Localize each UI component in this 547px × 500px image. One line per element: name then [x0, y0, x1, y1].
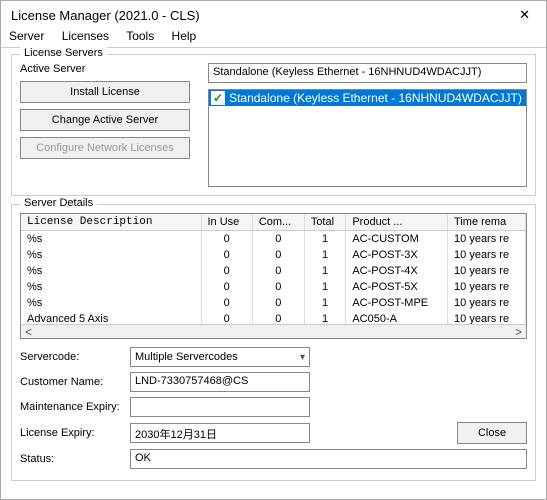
license-servers-group: License Servers Active Server Install Li…: [11, 54, 536, 196]
servercode-label: Servercode:: [20, 351, 120, 363]
group-title: License Servers: [20, 47, 107, 59]
table-row[interactable]: %s001AC-POST-3X10 years re: [21, 247, 526, 263]
cell-total: 1: [304, 231, 346, 248]
cell-time: 10 years re: [448, 247, 526, 263]
cell-total: 1: [304, 263, 346, 279]
table-row[interactable]: %s001AC-POST-MPE10 years re: [21, 295, 526, 311]
maintenance-expiry-field[interactable]: [130, 397, 310, 417]
cell-desc: %s: [21, 247, 201, 263]
cell-inuse: 0: [201, 247, 252, 263]
cell-com: 0: [252, 231, 304, 248]
close-icon[interactable]: ✕: [511, 7, 538, 23]
col-description[interactable]: License Description: [21, 214, 201, 231]
table-row[interactable]: %s001AC-CUSTOM10 years re: [21, 231, 526, 248]
cell-product: AC-POST-4X: [346, 263, 448, 279]
server-list-item-label: Standalone (Keyless Ethernet - 16NHNUD4W…: [229, 91, 522, 105]
cell-desc: %s: [21, 263, 201, 279]
cell-desc: %s: [21, 279, 201, 295]
cell-total: 1: [304, 279, 346, 295]
menu-licenses[interactable]: Licenses: [62, 29, 109, 43]
check-icon: ✓: [211, 91, 225, 105]
col-com[interactable]: Com...: [252, 214, 304, 231]
close-button[interactable]: Close: [457, 422, 527, 444]
cell-inuse: 0: [201, 279, 252, 295]
cell-com: 0: [252, 279, 304, 295]
cell-com: 0: [252, 263, 304, 279]
cell-time: 10 years re: [448, 295, 526, 311]
table-row[interactable]: %s001AC-POST-4X10 years re: [21, 263, 526, 279]
customer-name-label: Customer Name:: [20, 376, 120, 388]
license-expiry-label: License Expiry:: [20, 427, 120, 439]
menu-help[interactable]: Help: [172, 29, 197, 43]
cell-product: AC-POST-MPE: [346, 295, 448, 311]
window-title: License Manager (2021.0 - CLS): [11, 8, 200, 23]
col-inuse[interactable]: In Use: [201, 214, 252, 231]
scroll-right-icon[interactable]: >: [511, 325, 526, 339]
col-total[interactable]: Total: [304, 214, 346, 231]
cell-time: 10 years re: [448, 263, 526, 279]
table-row[interactable]: %s001AC-POST-5X10 years re: [21, 279, 526, 295]
cell-product: AC-POST-5X: [346, 279, 448, 295]
active-server-field[interactable]: Standalone (Keyless Ethernet - 16NHNUD4W…: [208, 63, 527, 83]
scroll-left-icon[interactable]: <: [21, 325, 36, 339]
table-header-row: License Description In Use Com... Total …: [21, 214, 526, 231]
col-product[interactable]: Product ...: [346, 214, 448, 231]
server-list-item[interactable]: ✓ Standalone (Keyless Ethernet - 16NHNUD…: [209, 90, 526, 106]
col-time[interactable]: Time rema: [448, 214, 526, 231]
menu-tools[interactable]: Tools: [126, 29, 154, 43]
cell-time: 10 years re: [448, 231, 526, 248]
cell-inuse: 0: [201, 295, 252, 311]
status-label: Status:: [20, 453, 120, 465]
menu-server[interactable]: Server: [9, 29, 44, 43]
cell-product: AC-POST-3X: [346, 247, 448, 263]
change-active-server-button[interactable]: Change Active Server: [20, 109, 190, 131]
server-details-group: Server Details License Description In Us…: [11, 204, 536, 481]
horizontal-scrollbar[interactable]: < >: [21, 324, 526, 338]
active-server-label: Active Server: [20, 63, 200, 75]
chevron-down-icon: ▾: [300, 352, 305, 363]
cell-com: 0: [252, 295, 304, 311]
servercode-combo[interactable]: Multiple Servercodes ▾: [130, 347, 310, 367]
configure-network-licenses-button: Configure Network Licenses: [20, 137, 190, 159]
cell-inuse: 0: [201, 263, 252, 279]
customer-name-field[interactable]: LND-7330757468@CS: [130, 372, 310, 392]
cell-desc: %s: [21, 231, 201, 248]
maintenance-expiry-label: Maintenance Expiry:: [20, 401, 120, 413]
cell-total: 1: [304, 295, 346, 311]
server-list[interactable]: ✓ Standalone (Keyless Ethernet - 16NHNUD…: [208, 89, 527, 187]
group-title: Server Details: [20, 197, 97, 209]
cell-com: 0: [252, 247, 304, 263]
install-license-button[interactable]: Install License: [20, 81, 190, 103]
cell-desc: %s: [21, 295, 201, 311]
license-table[interactable]: License Description In Use Com... Total …: [20, 213, 527, 339]
servercode-value: Multiple Servercodes: [135, 351, 238, 363]
cell-inuse: 0: [201, 231, 252, 248]
cell-total: 1: [304, 247, 346, 263]
license-expiry-field[interactable]: 2030年12月31日: [130, 423, 310, 443]
cell-product: AC-CUSTOM: [346, 231, 448, 248]
status-field: OK: [130, 449, 527, 469]
cell-time: 10 years re: [448, 279, 526, 295]
